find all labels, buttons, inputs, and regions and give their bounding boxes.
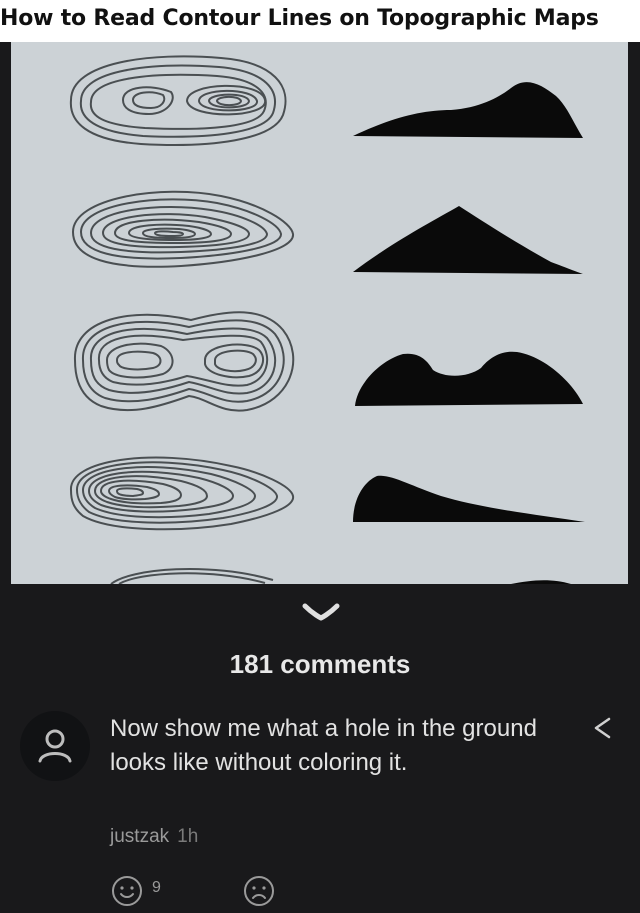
smile-icon [112,876,142,906]
comment-text: Now show me what a hole in the ground lo… [110,715,537,776]
user-icon [38,729,72,763]
chevron-down-icon[interactable] [301,600,341,622]
image-title: How to Read Contour Lines on Topographic… [0,6,599,31]
comment-time: 1h [177,826,199,847]
contour-map-double-hump [73,311,295,412]
comment-author[interactable]: justzak [110,826,169,847]
upvote-count: 9 [152,879,161,896]
comments-count: 181 comments [229,649,411,679]
profile-double-hump [355,351,583,406]
share-icon[interactable] [590,716,614,740]
comment-meta: justzak 1h [110,826,198,848]
profile-single-peak [353,206,583,274]
profile-partial [511,580,571,584]
contour-map-single-peak [71,190,294,268]
avatar[interactable] [20,711,90,781]
contour-map-skewed-peak [69,456,295,531]
contour-map-two-peaks [69,55,287,146]
profile-two-peaks [353,82,583,138]
downvote-button[interactable] [242,874,276,906]
topographic-diagram [11,0,628,584]
post-image[interactable]: How to Read Contour Lines on Topographic… [0,0,640,584]
contour-illustration [69,55,585,584]
image-title-bar: How to Read Contour Lines on Topographic… [0,0,640,42]
contour-map-partial [110,567,274,584]
profile-skewed-peak [353,475,585,522]
frown-icon [244,876,274,906]
upvote-button[interactable]: 9 [110,874,161,906]
